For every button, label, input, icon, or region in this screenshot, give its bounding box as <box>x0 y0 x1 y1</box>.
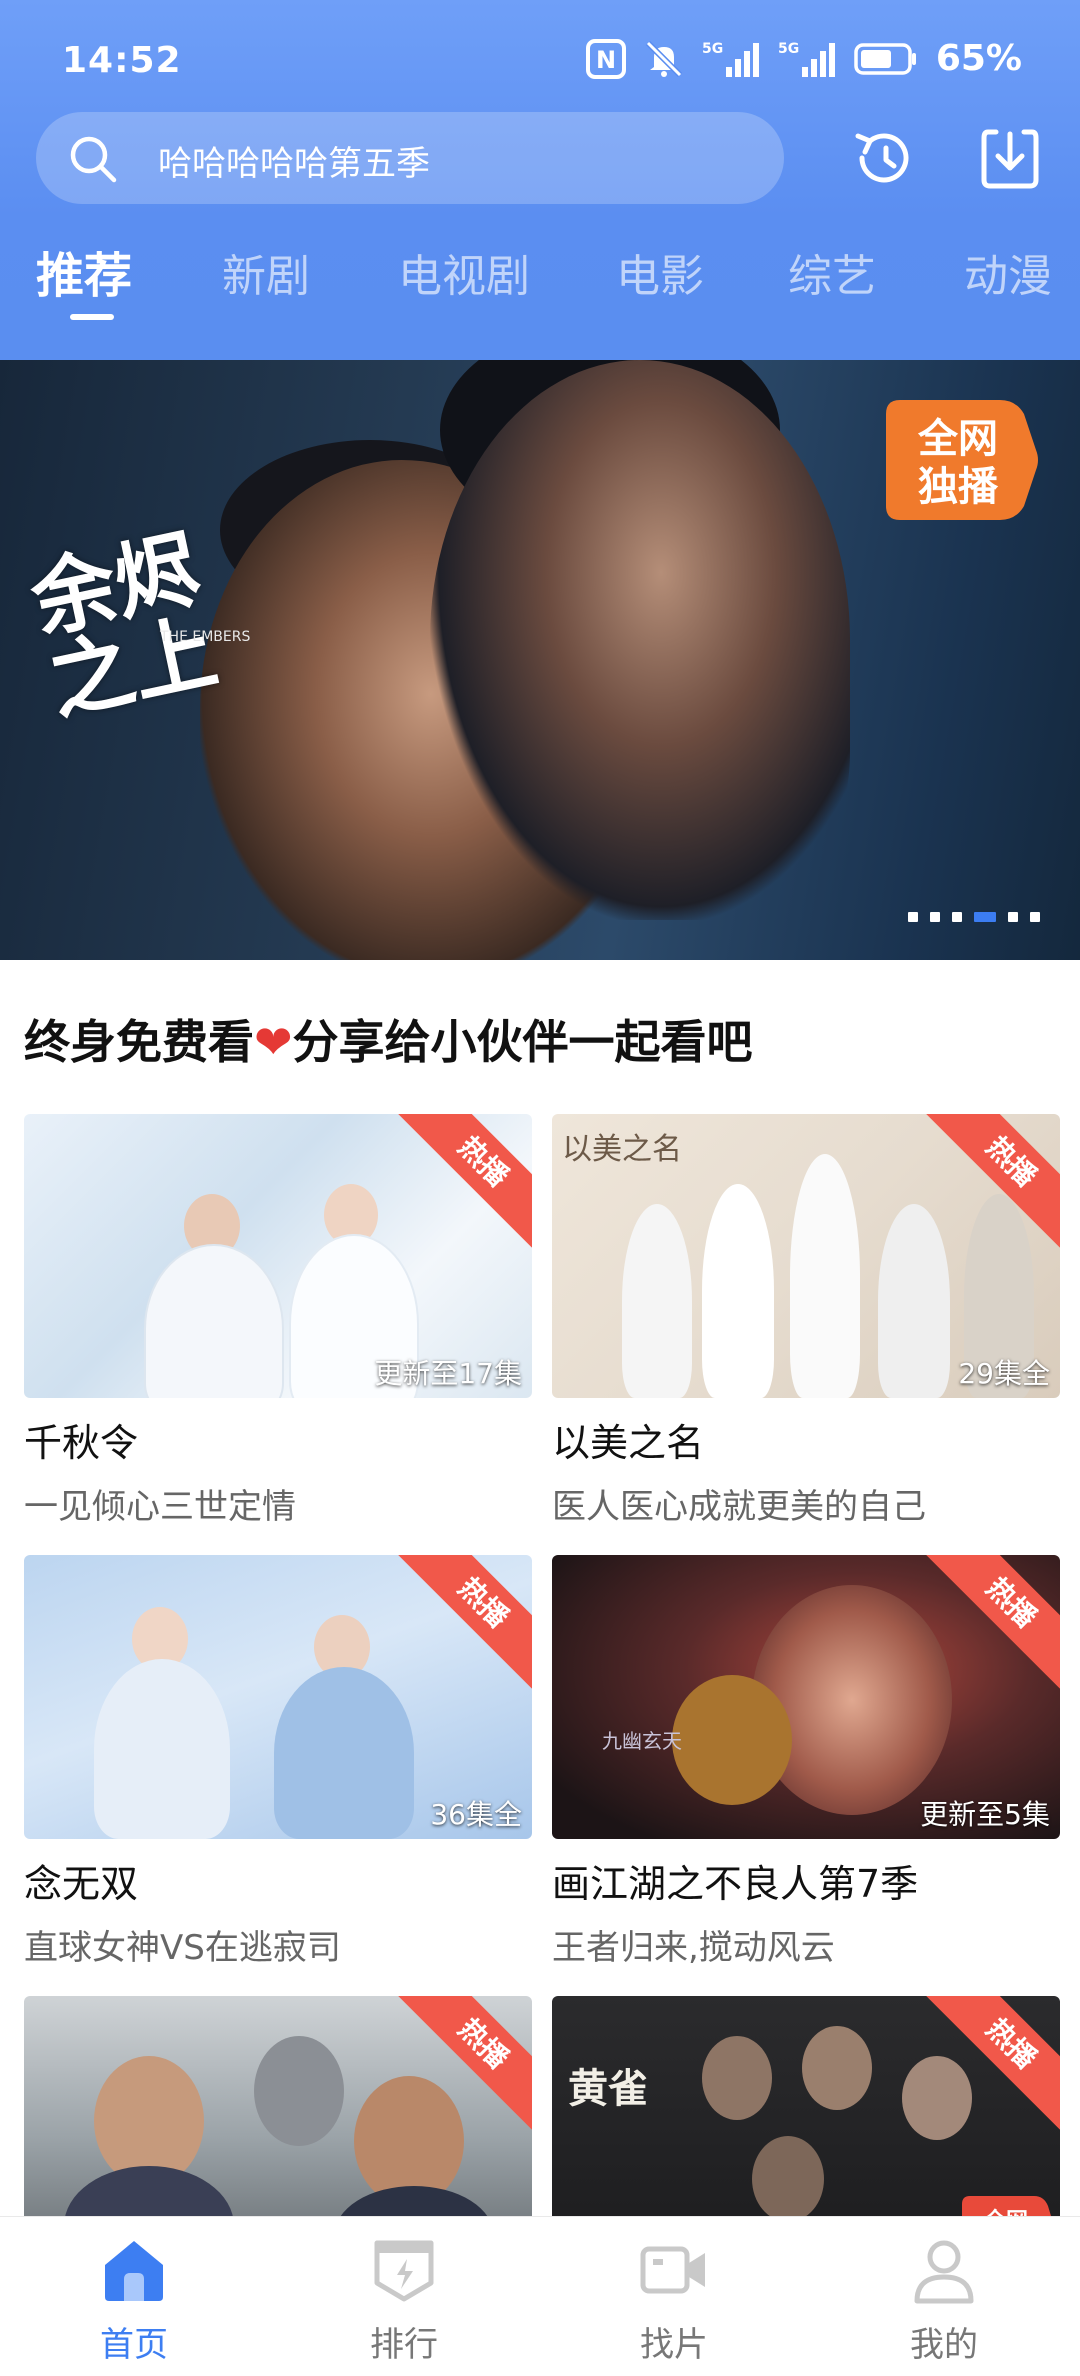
section-title: 终身免费看❤分享给小伙伴一起看吧 <box>24 1006 753 1072</box>
show-subtitle: 医人医心成就更美的自己 <box>552 1487 926 1527</box>
show-title: 念无双 <box>24 1862 139 1906</box>
episode-count: 36集全 <box>430 1798 522 1831</box>
episode-count: 更新至17集 <box>374 1357 522 1390</box>
status-time: 14:52 <box>62 40 182 81</box>
poster-figure <box>702 1184 774 1398</box>
tab-indicator <box>70 314 114 320</box>
show-poster: 以美之名 热播 29集全 <box>552 1114 1060 1398</box>
exclusive-badge: 全网 独播 <box>886 400 1038 520</box>
banner-title: 余烬之上 <box>22 518 226 733</box>
nav-ranking[interactable]: 排行 <box>314 2235 494 2366</box>
ranking-icon <box>374 2240 434 2302</box>
hero-banner[interactable]: 余烬之上 THE EMBERS 全网 独播 <box>0 360 1080 960</box>
show-card[interactable]: 热播 更新至17集 千秋令 一见倾心三世定情 <box>24 1114 532 1528</box>
poster-figure <box>878 1204 950 1398</box>
svg-text:独播: 独播 <box>918 464 999 510</box>
signal-5g-icon-2: 5G <box>778 39 836 79</box>
show-card[interactable]: 九幽玄天 热播 更新至5集 画江湖之不良人第7季 王者归来,搅动风云 <box>552 1555 1060 1969</box>
banner-subtitle: THE EMBERS <box>160 629 251 645</box>
status-icons: N 5G 5G 65% <box>585 38 1022 79</box>
tab-anime[interactable]: 动漫 <box>964 240 1052 304</box>
show-subtitle: 王者归来,搅动风云 <box>552 1928 835 1968</box>
home-icon <box>105 2241 163 2301</box>
mute-icon <box>644 39 684 79</box>
svg-text:N: N <box>596 46 616 74</box>
tab-movie[interactable]: 电影 <box>616 240 704 304</box>
signal-5g-icon-1: 5G <box>702 39 760 79</box>
hot-tag: 热播 <box>397 1555 532 1689</box>
poster-title-text: 以美之名 <box>562 1132 682 1167</box>
poster-figure-head <box>702 2036 772 2120</box>
show-card[interactable]: 以美之名 热播 29集全 以美之名 医人医心成就更美的自己 <box>552 1114 1060 1528</box>
poster-title-text: 九幽玄天 <box>602 1729 682 1753</box>
battery-icon <box>854 39 918 79</box>
svg-text:全网: 全网 <box>917 416 998 462</box>
show-subtitle: 一见倾心三世定情 <box>24 1487 296 1527</box>
heart-icon: ❤ <box>254 1015 293 1069</box>
tab-recommend[interactable]: 推荐 <box>36 236 132 306</box>
bottom-nav: 首页 排行 找片 我的 <box>0 2216 1080 2376</box>
show-title: 千秋令 <box>24 1421 139 1465</box>
banner-dot <box>1008 912 1018 922</box>
show-poster: 九幽玄天 热播 更新至5集 <box>552 1555 1060 1839</box>
banner-dot <box>930 912 940 922</box>
banner-dot <box>908 912 918 922</box>
poster-figure-head <box>752 1585 952 1815</box>
episode-count: 29集全 <box>958 1357 1050 1390</box>
show-title: 以美之名 <box>552 1421 705 1465</box>
poster-object <box>672 1675 792 1805</box>
section-title-part1: 终身免费看 <box>24 1015 254 1069</box>
episode-count: 更新至5集 <box>920 1798 1050 1831</box>
banner-dot <box>952 912 962 922</box>
banner-pagination <box>908 912 1040 922</box>
poster-wolf <box>254 2036 344 2146</box>
person-icon <box>914 2240 974 2304</box>
download-button[interactable] <box>974 122 1046 194</box>
show-poster: 热播 36集全 <box>24 1555 532 1839</box>
nav-discover[interactable]: 找片 <box>584 2235 764 2366</box>
nav-profile[interactable]: 我的 <box>854 2235 1034 2366</box>
poster-figure-head <box>802 2026 872 2110</box>
poster-figure <box>274 1667 414 1839</box>
show-poster: 热播 更新至17集 <box>24 1114 532 1398</box>
category-tabs: 推荐 新剧 电视剧 电影 综艺 动漫 <box>0 240 1080 320</box>
status-bar: 14:52 N 5G 5G 65% <box>0 0 1080 130</box>
tab-new-drama[interactable]: 新剧 <box>222 240 310 304</box>
nav-home[interactable]: 首页 <box>44 2235 224 2366</box>
poster-figure <box>144 1244 284 1398</box>
video-camera-icon <box>640 2246 705 2294</box>
banner-dot <box>1030 912 1040 922</box>
search-placeholder: 哈哈哈哈哈第五季 <box>158 144 430 184</box>
section-title-part2: 分享给小伙伴一起看吧 <box>292 1015 753 1069</box>
svg-text:5G: 5G <box>702 41 723 57</box>
show-title: 画江湖之不良人第7季 <box>552 1862 919 1906</box>
nav-home-label: 首页 <box>100 2325 168 2365</box>
history-button[interactable] <box>848 122 920 194</box>
nav-discover-label: 找片 <box>640 2325 708 2365</box>
svg-text:5G: 5G <box>778 41 799 57</box>
poster-figure <box>622 1204 692 1398</box>
show-card[interactable]: 热播 36集全 念无双 直球女神VS在逃寂司 <box>24 1555 532 1969</box>
poster-figure <box>790 1154 860 1398</box>
poster-figure-head <box>752 2136 824 2222</box>
banner-figure-right <box>430 360 850 920</box>
nfc-icon: N <box>585 38 626 79</box>
show-subtitle: 直球女神VS在逃寂司 <box>24 1928 341 1968</box>
battery-percent: 65% <box>935 38 1022 79</box>
tab-tv-series[interactable]: 电视剧 <box>398 240 530 304</box>
tab-variety[interactable]: 综艺 <box>788 240 876 304</box>
search-row: 哈哈哈哈哈第五季 <box>36 112 1046 208</box>
poster-figure-head <box>902 2056 972 2140</box>
search-input[interactable]: 哈哈哈哈哈第五季 <box>36 112 784 204</box>
app-header: 14:52 N 5G 5G 65% 哈哈哈哈哈第五季 推荐 新剧 电视剧 电影 … <box>0 0 1080 360</box>
poster-title-text: 黄雀 <box>568 2065 648 2112</box>
nav-ranking-label: 排行 <box>370 2325 438 2365</box>
nav-profile-label: 我的 <box>910 2325 978 2365</box>
banner-dot-active <box>974 912 996 922</box>
hot-tag: 热播 <box>397 1114 532 1248</box>
search-icon <box>70 136 117 183</box>
poster-figure <box>94 1659 230 1839</box>
